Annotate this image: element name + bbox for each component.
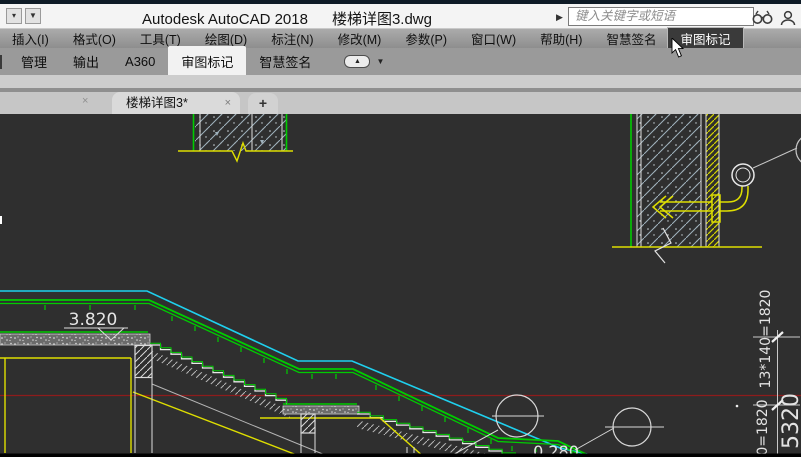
app-name: Autodesk AutoCAD 2018	[142, 11, 308, 28]
dim-flight-partial-text: 40=1820	[755, 399, 771, 457]
window-title: Autodesk AutoCAD 2018 楼梯详图3.dwg	[142, 8, 432, 29]
file-tab-close-icon[interactable]: ×	[225, 92, 231, 114]
menu-format[interactable]: 格式(O)	[61, 28, 128, 49]
stair-detail-drawing: 3.820	[0, 114, 801, 457]
upper-elevation-label: 3.820	[69, 310, 118, 330]
ribbon-tab-a360[interactable]: A360	[112, 49, 168, 74]
ribbon-collapse-caret-icon[interactable]: ▼	[376, 57, 384, 66]
help-search-input[interactable]: 键入关键字或短语	[568, 7, 754, 26]
file-tab-label: 楼梯详图3*	[126, 96, 188, 110]
inactive-tab-close-icon[interactable]: ×	[82, 95, 88, 107]
quick-access-customize-icon[interactable]: ▼	[25, 8, 41, 24]
ribbon-panel-strip	[0, 75, 801, 88]
mouse-cursor	[671, 38, 686, 59]
menu-parametric[interactable]: 参数(P)	[393, 28, 459, 49]
menu-dimension[interactable]: 标注(N)	[259, 28, 325, 49]
menu-window[interactable]: 窗口(W)	[459, 28, 528, 49]
document-name: 楼梯详图3.dwg	[332, 11, 432, 28]
title-bar: ▾ ▼ Autodesk AutoCAD 2018 楼梯详图3.dwg ▶ 键入关…	[0, 4, 801, 29]
quick-access-dropdown-icon[interactable]: ▾	[6, 8, 22, 24]
clipped-ribbon-tab	[0, 55, 2, 69]
menu-modify[interactable]: 修改(M)	[326, 28, 394, 49]
search-expand-icon[interactable]: ▶	[556, 12, 563, 23]
search-binoculars-icon[interactable]	[751, 9, 775, 26]
autocad-window: ▾ ▼ Autodesk AutoCAD 2018 楼梯详图3.dwg ▶ 键入关…	[0, 0, 801, 457]
ribbon-tab-review-markup[interactable]: 审图标记	[168, 46, 246, 78]
user-account-icon[interactable]	[779, 9, 797, 27]
menu-insert[interactable]: 插入(I)	[0, 28, 61, 49]
new-tab-button[interactable]: +	[248, 93, 278, 114]
dim-flight-text: 13*140=1820	[758, 290, 774, 389]
ribbon-tab-smart-signature[interactable]: 智慧签名	[246, 47, 324, 76]
menu-help[interactable]: 帮助(H)	[528, 28, 594, 49]
dim-total-text: 5320	[779, 393, 801, 449]
ribbon-collapse-icon[interactable]: ▲	[344, 55, 370, 68]
file-tab-active[interactable]: 楼梯详图3* ×	[112, 92, 240, 114]
menu-smart-signature[interactable]: 智慧签名	[594, 28, 668, 49]
ribbon-tab-output[interactable]: 输出	[60, 47, 112, 76]
ribbon-tab-manage[interactable]: 管理	[8, 47, 60, 76]
file-tab-bar: × 楼梯详图3* × +	[0, 92, 801, 114]
drawing-canvas[interactable]: 3.820	[0, 114, 801, 457]
screen-bottom-edge	[0, 454, 801, 457]
